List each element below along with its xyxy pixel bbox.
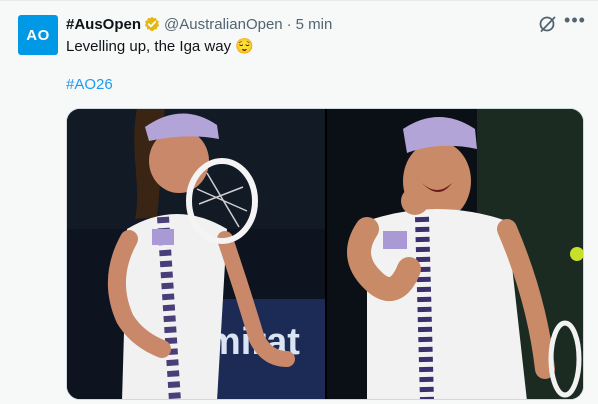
tweet-header: #AusOpen @AustralianOpen · 5 min [66, 14, 332, 34]
avatar[interactable]: AO [18, 15, 58, 55]
grok-icon[interactable] [538, 14, 558, 34]
more-icon[interactable]: ••• [564, 11, 586, 32]
hashtag-link[interactable]: #AO26 [66, 76, 113, 93]
tweet-text: Levelling up, the Iga way 😌 [66, 38, 254, 55]
author-handle[interactable]: @AustralianOpen [164, 16, 283, 33]
tweet-card[interactable]: AO #AusOpen @AustralianOpen · 5 min ••• … [0, 0, 598, 404]
verified-badge-icon [144, 16, 160, 32]
tweet-media[interactable]: mirat [66, 108, 584, 400]
separator-dot: · [286, 15, 292, 33]
media-image-left[interactable]: mirat [67, 109, 325, 399]
avatar-logo-text: AO [26, 26, 50, 44]
media-image-right[interactable] [327, 109, 583, 399]
timestamp[interactable]: 5 min [296, 16, 333, 33]
author-name[interactable]: #AusOpen [66, 16, 141, 33]
